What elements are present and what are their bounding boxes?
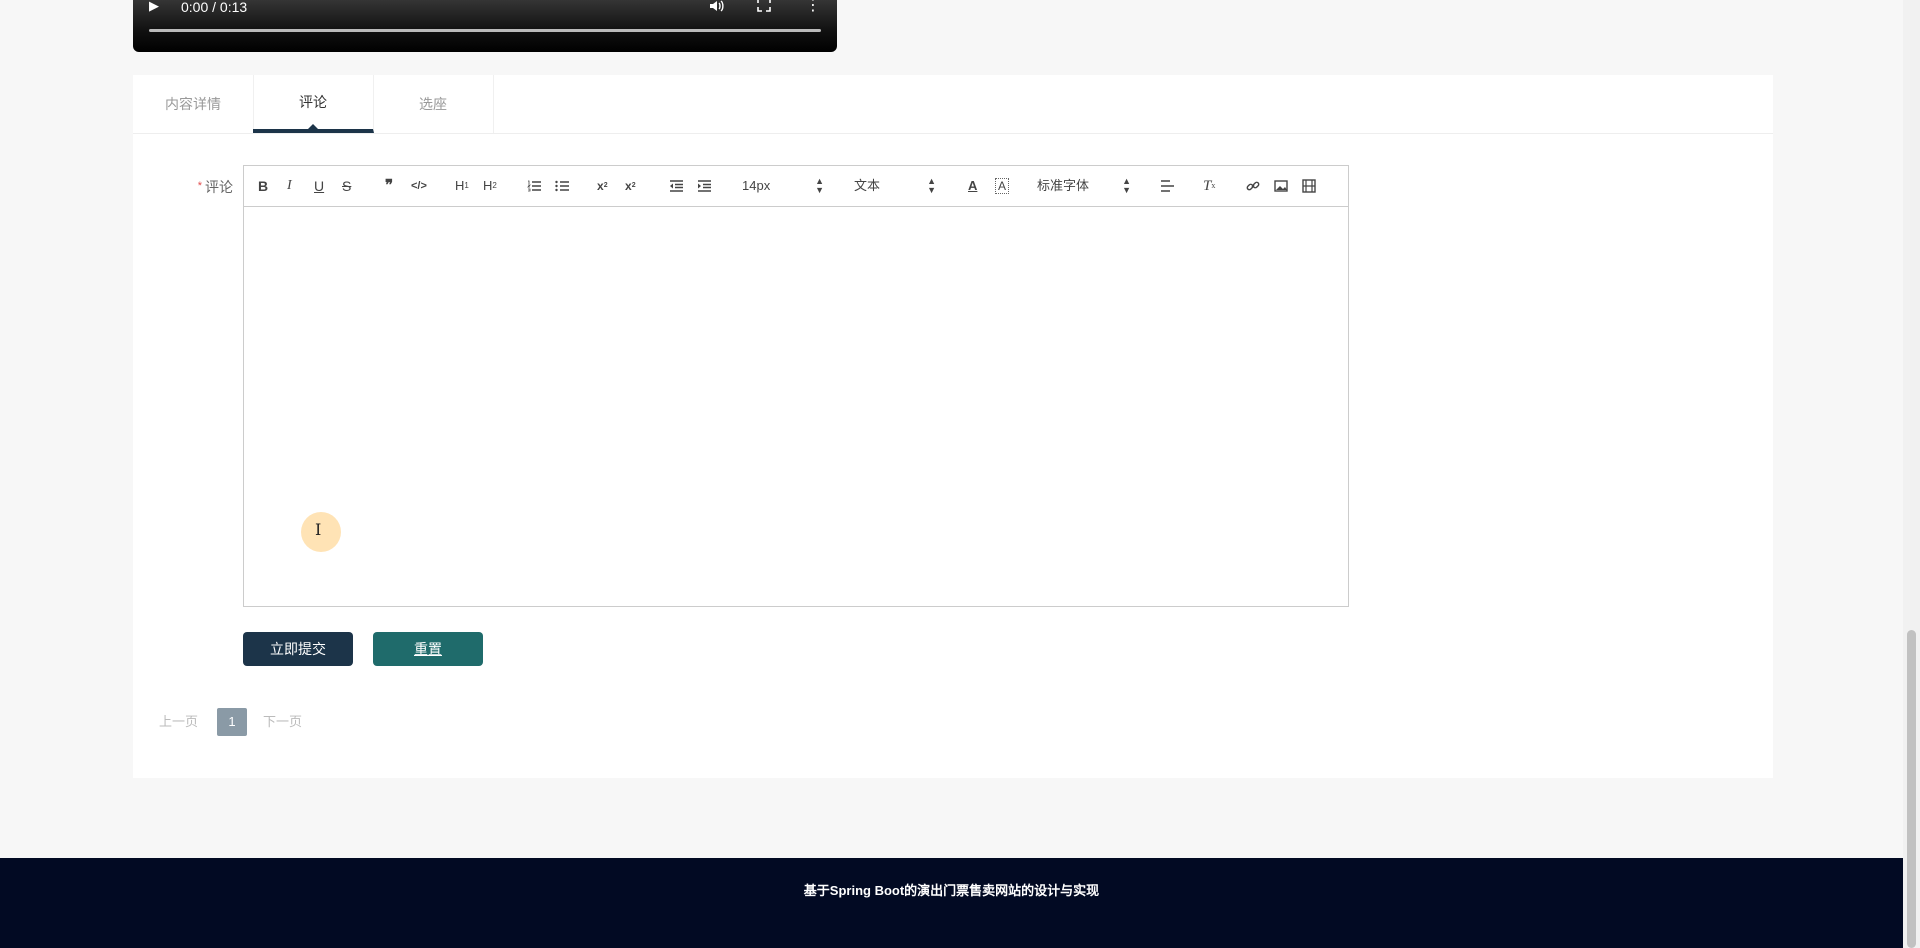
header1-icon[interactable]: H1 xyxy=(455,177,469,195)
tab-content-details[interactable]: 内容详情 xyxy=(133,75,254,133)
rich-text-editor: B I U S ❞ </> H1 H2 x2 x2 14px ▲ ▼ 文本 ▲ ▼ xyxy=(243,165,1349,607)
font-family-select[interactable]: 标准字体 ▲ ▼ xyxy=(1037,177,1131,195)
header-select[interactable]: 文本 ▲ ▼ xyxy=(854,177,936,195)
editor-toolbar: B I U S ❞ </> H1 H2 x2 x2 14px ▲ ▼ 文本 ▲ ▼ xyxy=(244,166,1348,207)
header-value: 文本 xyxy=(854,178,881,193)
video-time: 0:00 / 0:13 xyxy=(181,0,248,15)
tab-bar: 内容详情 评论 选座 xyxy=(133,75,1773,134)
reset-button[interactable]: 重置 xyxy=(373,632,483,666)
bold-icon[interactable]: B xyxy=(258,177,268,195)
video-icon[interactable] xyxy=(1302,177,1316,195)
scrollbar-thumb[interactable] xyxy=(1907,630,1916,948)
comment-label: * 评论 xyxy=(193,177,233,197)
bullet-list-icon[interactable] xyxy=(555,177,569,195)
page-scrollbar[interactable] xyxy=(1903,0,1920,948)
chevron-updown-icon: ▲ ▼ xyxy=(927,176,936,195)
editor-content-area[interactable] xyxy=(244,207,1348,606)
tab-seat-selection[interactable]: 选座 xyxy=(373,75,494,133)
chevron-updown-icon: ▲ ▼ xyxy=(1122,176,1131,195)
blockquote-icon[interactable]: ❞ xyxy=(385,177,393,195)
underline-icon[interactable]: U xyxy=(314,177,324,195)
text-cursor-icon: I xyxy=(315,520,322,539)
fullscreen-icon[interactable] xyxy=(757,0,773,14)
ordered-list-icon[interactable] xyxy=(527,177,541,195)
submit-button[interactable]: 立即提交 xyxy=(243,632,353,666)
comment-label-text: 评论 xyxy=(205,179,233,195)
background-color-icon[interactable]: A xyxy=(995,178,1009,194)
subscript-icon[interactable]: x2 xyxy=(597,177,608,195)
footer-text: 基于Spring Boot的演出门票售卖网站的设计与实现 xyxy=(803,883,1100,898)
more-vertical-icon[interactable]: ⋮ xyxy=(805,0,821,14)
site-footer: 基于Spring Boot的演出门票售卖网站的设计与实现 xyxy=(0,858,1903,948)
chevron-updown-icon: ▲ ▼ xyxy=(815,176,824,195)
pagination-current-page[interactable]: 1 xyxy=(217,708,247,736)
volume-icon[interactable] xyxy=(709,0,727,16)
indent-icon[interactable] xyxy=(697,177,711,195)
detail-card: 内容详情 评论 选座 * 评论 B I U S ❞ </> H1 H2 x2 x2 xyxy=(133,75,1773,778)
font-family-value: 标准字体 xyxy=(1037,178,1090,193)
link-icon[interactable] xyxy=(1246,177,1260,195)
header2-icon[interactable]: H2 xyxy=(483,177,497,195)
font-size-select[interactable]: 14px ▲ ▼ xyxy=(742,177,824,195)
font-size-value: 14px xyxy=(742,178,771,193)
code-block-icon[interactable]: </> xyxy=(411,177,427,195)
pagination-next[interactable]: 下一页 xyxy=(263,708,307,736)
pagination-prev[interactable]: 上一页 xyxy=(159,708,203,736)
image-icon[interactable] xyxy=(1274,177,1288,195)
align-icon[interactable] xyxy=(1160,177,1174,195)
clear-format-icon[interactable]: Tx xyxy=(1203,177,1215,195)
tab-comments[interactable]: 评论 xyxy=(253,75,374,133)
text-color-icon[interactable]: A xyxy=(968,177,977,195)
required-mark: * xyxy=(197,180,202,192)
video-player[interactable]: ▶ 0:00 / 0:13 ⋮ xyxy=(133,0,837,52)
play-icon[interactable]: ▶ xyxy=(149,0,159,16)
video-progress-bar[interactable] xyxy=(149,29,821,32)
strikethrough-icon[interactable]: S xyxy=(342,177,351,195)
superscript-icon[interactable]: x2 xyxy=(625,177,636,195)
outdent-icon[interactable] xyxy=(669,177,683,195)
italic-icon[interactable]: I xyxy=(287,177,292,195)
